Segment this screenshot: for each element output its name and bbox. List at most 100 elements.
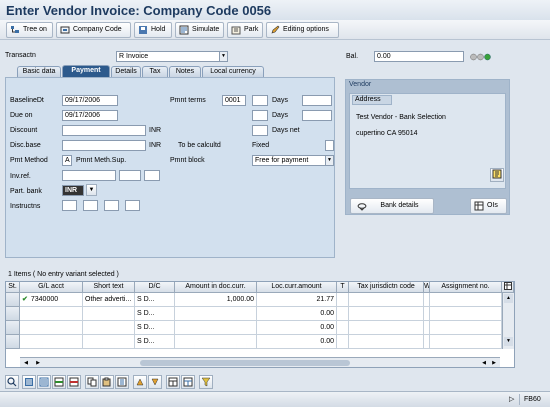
table-cell-dc[interactable]: S D... [135, 293, 175, 307]
delete-row-icon[interactable] [67, 375, 81, 389]
inv-ref-year-field[interactable] [119, 170, 141, 181]
table-cell-amount[interactable]: 1,000.00 [175, 293, 257, 307]
column-header-loc-amount[interactable]: Loc.curr.amount [257, 282, 337, 293]
pmnt-terms-field[interactable]: 0001 [222, 95, 246, 106]
sort-descending-icon[interactable] [148, 375, 162, 389]
company-code-button[interactable]: Company Code [56, 22, 131, 38]
park-button[interactable]: Park [227, 22, 263, 38]
tab-tax[interactable]: Tax [142, 66, 168, 77]
table-cell-gl-acct[interactable]: ✔ 7340000 [20, 293, 83, 307]
percent-field-1[interactable] [302, 95, 332, 106]
days-net-field[interactable] [252, 125, 268, 136]
row-selector[interactable] [6, 335, 20, 349]
column-header-assignment[interactable]: Assignment no. [430, 282, 502, 293]
table-cell-short-text[interactable] [83, 321, 135, 335]
search-icon[interactable] [5, 375, 19, 389]
inv-ref-item-field[interactable] [144, 170, 160, 181]
scroll-left-arrow-icon[interactable]: ◀ [22, 359, 30, 367]
table-cell-assignment[interactable] [430, 321, 502, 335]
sort-ascending-icon[interactable] [133, 375, 147, 389]
pmt-method-field[interactable]: A [62, 155, 72, 166]
filter-icon[interactable] [199, 375, 213, 389]
address-detail-button[interactable] [490, 168, 504, 182]
scroll-right-arrow-icon[interactable]: ▶ [490, 359, 498, 367]
column-header-t[interactable]: T [337, 282, 349, 293]
scroll-left-arrow-icon[interactable]: ◀ [480, 359, 488, 367]
discount-field[interactable] [62, 125, 146, 136]
due-on-field[interactable]: 09/17/2006 [62, 110, 118, 121]
inv-ref-field[interactable] [62, 170, 116, 181]
insert-row-icon[interactable] [52, 375, 66, 389]
tab-basic-data[interactable]: Basic data [17, 66, 61, 77]
ois-button[interactable]: OIs [470, 198, 507, 214]
days-field-1[interactable] [252, 95, 268, 106]
table-cell-gl-acct[interactable] [20, 321, 83, 335]
row-selector[interactable] [6, 307, 20, 321]
scroll-up-arrow-icon[interactable]: ▲ [504, 294, 513, 303]
select-all-icon[interactable] [22, 375, 36, 389]
days-field-2[interactable] [252, 110, 268, 121]
transaction-select[interactable]: R Invoice ▼ [116, 51, 228, 62]
table-cell-gl-acct[interactable] [20, 335, 83, 349]
table-cell-tax-jurisdiction[interactable] [349, 293, 424, 307]
table-cell-gl-acct[interactable] [20, 307, 83, 321]
column-header-tax-jurisdiction[interactable]: Tax jurisdictn code [349, 282, 424, 293]
table-cell-t[interactable] [337, 293, 349, 307]
instruction-field-1[interactable] [62, 200, 77, 211]
scroll-right-arrow-icon[interactable]: ▶ [34, 359, 42, 367]
row-selector[interactable] [6, 321, 20, 335]
deselect-all-icon[interactable] [37, 375, 51, 389]
hold-button[interactable]: Hold [134, 22, 172, 38]
part-bank-dropdown[interactable]: ▼ [86, 184, 97, 196]
layout-icon[interactable] [166, 375, 180, 389]
instruction-field-4[interactable] [125, 200, 140, 211]
tab-notes[interactable]: Notes [169, 66, 201, 77]
table-cell-tax-jurisdiction[interactable] [349, 335, 424, 349]
table-cell-t[interactable] [337, 335, 349, 349]
table-cell-amount[interactable] [175, 335, 257, 349]
disc-base-field[interactable] [62, 140, 146, 151]
table-cell-short-text[interactable]: Other adverti... [83, 293, 135, 307]
tree-on-button[interactable]: Tree on [6, 22, 53, 38]
table-cell-short-text[interactable] [83, 307, 135, 321]
column-header-gl-acct[interactable]: G/L acct [20, 282, 83, 293]
column-header-amount[interactable]: Amount in doc.curr. [175, 282, 257, 293]
pmnt-block-select[interactable]: Free for payment ▼ [252, 155, 334, 166]
table-settings-button[interactable] [502, 282, 514, 293]
fixed-checkbox[interactable] [325, 140, 334, 151]
table-cell-amount[interactable] [175, 321, 257, 335]
table-cell-tax-jurisdiction[interactable] [349, 321, 424, 335]
column-header-st[interactable]: St. [6, 282, 20, 293]
column-header-dc[interactable]: D/C [135, 282, 175, 293]
baseline-date-field[interactable]: 09/17/2006 [62, 95, 118, 106]
table-cell-tax-jurisdiction[interactable] [349, 307, 424, 321]
layout-select-icon[interactable] [181, 375, 195, 389]
table-cell-dc[interactable]: S D... [135, 335, 175, 349]
row-selector[interactable] [6, 293, 20, 307]
table-cell-dc[interactable]: S D... [135, 307, 175, 321]
table-cell-amount[interactable] [175, 307, 257, 321]
editing-options-button[interactable]: Editing options [266, 22, 339, 38]
scroll-down-arrow-icon[interactable]: ▼ [504, 337, 513, 346]
column-header-short-text[interactable]: Short text [83, 282, 135, 293]
paste-icon[interactable] [100, 375, 114, 389]
instruction-field-2[interactable] [83, 200, 98, 211]
tab-local-currency[interactable]: Local currency [202, 66, 264, 77]
scrollbar-thumb[interactable] [140, 360, 350, 366]
expand-status-icon[interactable]: ▷ [509, 395, 514, 403]
table-cell-assignment[interactable] [430, 293, 502, 307]
tab-details[interactable]: Details [111, 66, 141, 77]
simulate-button[interactable]: Simulate [175, 22, 224, 38]
table-cell-t[interactable] [337, 321, 349, 335]
tab-payment[interactable]: Payment [62, 65, 110, 77]
table-cell-assignment[interactable] [430, 335, 502, 349]
vertical-scrollbar[interactable]: ▲ ▼ [502, 293, 514, 349]
bank-details-button[interactable]: Bank details [350, 198, 434, 214]
details-icon[interactable] [115, 375, 129, 389]
percent-field-2[interactable] [302, 110, 332, 121]
table-cell-t[interactable] [337, 307, 349, 321]
table-cell-short-text[interactable] [83, 335, 135, 349]
table-cell-assignment[interactable] [430, 307, 502, 321]
instruction-field-3[interactable] [104, 200, 119, 211]
part-bank-field[interactable]: INR [62, 185, 84, 196]
